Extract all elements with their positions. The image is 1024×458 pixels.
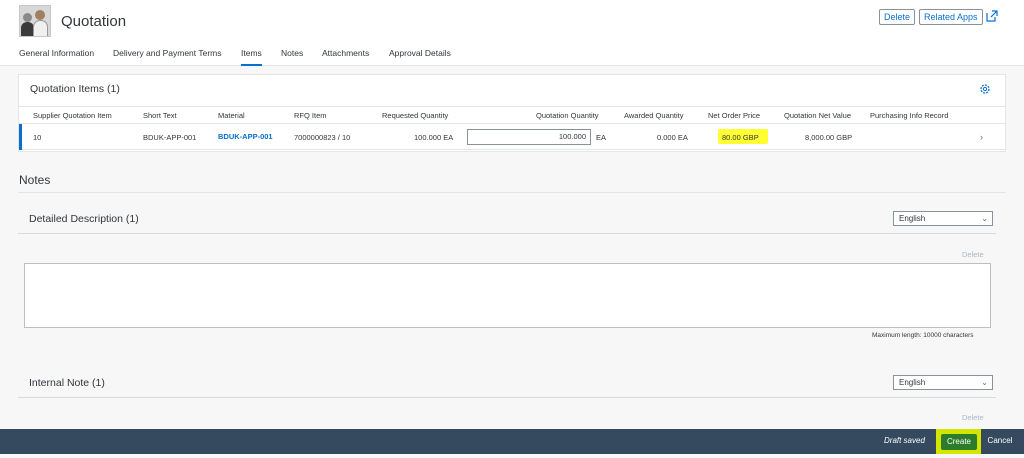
- column-header: RFQ Item: [294, 111, 327, 120]
- cell-awarded-qty: 0.000 EA: [657, 133, 688, 142]
- chevron-down-icon: ⌄: [981, 214, 988, 223]
- column-header: Purchasing Info Record: [870, 111, 949, 120]
- object-page-header: Quotation Delete Related Apps General In…: [0, 0, 1024, 66]
- draft-status: Draft saved: [884, 436, 925, 445]
- column-header: Quotation Quantity: [536, 111, 599, 120]
- cell-quotation-unit: EA: [596, 133, 607, 142]
- internal-delete-link[interactable]: Delete: [962, 413, 984, 422]
- quotation-items-title: Quotation Items (1): [30, 83, 120, 95]
- cancel-button[interactable]: Cancel: [983, 434, 1017, 450]
- table-settings-icon[interactable]: [979, 83, 991, 95]
- quotation-items-table: Quotation Items (1) Supplier Quotation I…: [18, 74, 1006, 152]
- chevron-right-icon[interactable]: ›: [980, 132, 983, 142]
- column-header: Supplier Quotation Item: [33, 111, 112, 120]
- cell-item: 10: [33, 133, 42, 142]
- internal-note-title: Internal Note (1): [29, 377, 105, 389]
- table-row[interactable]: 10 BDUK-APP-001 BDUK-APP-001 7000000823 …: [19, 124, 1005, 150]
- notes-section-title: Notes: [19, 173, 51, 187]
- create-button[interactable]: Create: [941, 434, 977, 450]
- cell-quotation-net-value: 8,000.00 GBP: [805, 133, 853, 142]
- chevron-down-icon: ⌄: [981, 378, 988, 387]
- tab-notes[interactable]: Notes: [281, 48, 303, 66]
- column-header: Requested Quantity: [382, 111, 449, 120]
- cell-short-text: BDUK-APP-001: [143, 133, 197, 142]
- detailed-description-divider: [18, 233, 996, 234]
- tab-approval-details[interactable]: Approval Details: [389, 48, 451, 66]
- material-link[interactable]: BDUK-APP-001: [218, 132, 273, 141]
- column-header: Net Order Price: [708, 111, 761, 120]
- detailed-description-title: Detailed Description (1): [29, 213, 139, 225]
- cell-rfq-item: 7000000823 / 10: [294, 133, 351, 142]
- table-header: Supplier Quotation Item Short Text Mater…: [19, 106, 1005, 124]
- row-selected-marker: [19, 124, 22, 150]
- internal-note-divider: [18, 397, 996, 398]
- tab-attachments[interactable]: Attachments: [322, 48, 369, 66]
- notes-divider: [18, 192, 1006, 193]
- column-header: Short Text: [143, 111, 177, 120]
- detailed-description-textarea[interactable]: [24, 263, 991, 328]
- quotation-quantity-input[interactable]: 100.000: [467, 129, 591, 145]
- column-header: Awarded Quantity: [624, 111, 684, 120]
- related-apps-button[interactable]: Related Apps: [919, 9, 983, 25]
- detailed-language-select[interactable]: English ⌄: [893, 211, 993, 226]
- column-header: Material: [218, 111, 245, 120]
- internal-language-select[interactable]: English ⌄: [893, 375, 993, 390]
- page-title: Quotation: [61, 13, 127, 30]
- tab-items[interactable]: Items: [241, 48, 262, 66]
- delete-button[interactable]: Delete: [879, 9, 916, 25]
- quotation-avatar: [19, 5, 51, 37]
- tab-general-information[interactable]: General Information: [19, 48, 94, 66]
- cell-net-order-price: 80.00 GBP: [722, 133, 759, 142]
- detailed-language-value: English: [899, 214, 926, 223]
- column-header: Quotation Net Value: [784, 111, 851, 120]
- internal-language-value: English: [899, 378, 926, 387]
- cell-requested-qty: 100.000 EA: [414, 133, 454, 142]
- tab-delivery-payment-terms[interactable]: Delivery and Payment Terms: [113, 48, 222, 66]
- detailed-delete-link[interactable]: Delete: [962, 250, 984, 259]
- share-icon[interactable]: [985, 9, 999, 23]
- footer-toolbar: Draft saved Create Cancel: [0, 429, 1024, 454]
- max-length-hint: Maximum length: 10000 characters: [872, 332, 974, 339]
